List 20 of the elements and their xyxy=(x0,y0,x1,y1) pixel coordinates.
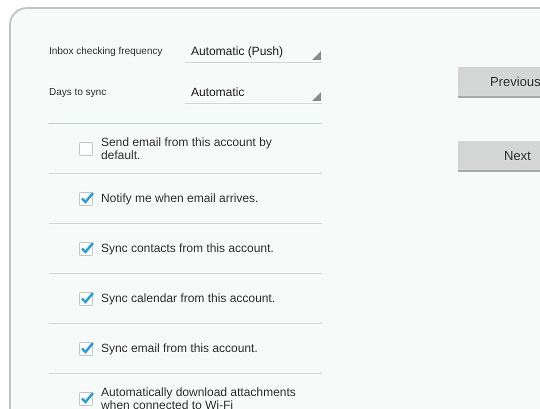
checkbox[interactable] xyxy=(79,192,93,206)
option-label: Sync contacts from this account. xyxy=(101,242,275,255)
checkbox[interactable] xyxy=(79,392,93,406)
dropdown-arrow-icon xyxy=(312,50,321,60)
checkbox[interactable] xyxy=(79,242,93,256)
checkbox[interactable] xyxy=(79,342,93,356)
checkbox[interactable] xyxy=(79,142,93,156)
option-label: Notify me when email arrives. xyxy=(101,192,260,205)
previous-button[interactable]: Previous xyxy=(458,67,540,98)
option-label: Automatically download attachments when connected to Wi-Fi xyxy=(101,386,297,409)
setting-label: Inbox checking frequency xyxy=(49,46,164,57)
option-label: Send email from this account by default. xyxy=(101,136,273,162)
dropdown[interactable]: Automatic (Push) xyxy=(185,40,322,62)
checkbox[interactable] xyxy=(79,292,93,306)
option-label: Sync email from this account. xyxy=(101,342,259,355)
option-label: Sync calendar from this account. xyxy=(101,292,276,305)
dropdown[interactable]: Automatic xyxy=(185,82,322,104)
setting-label: Days to sync xyxy=(49,87,108,98)
dropdown-arrow-icon xyxy=(312,92,321,100)
next-button[interactable]: Next xyxy=(458,141,540,172)
